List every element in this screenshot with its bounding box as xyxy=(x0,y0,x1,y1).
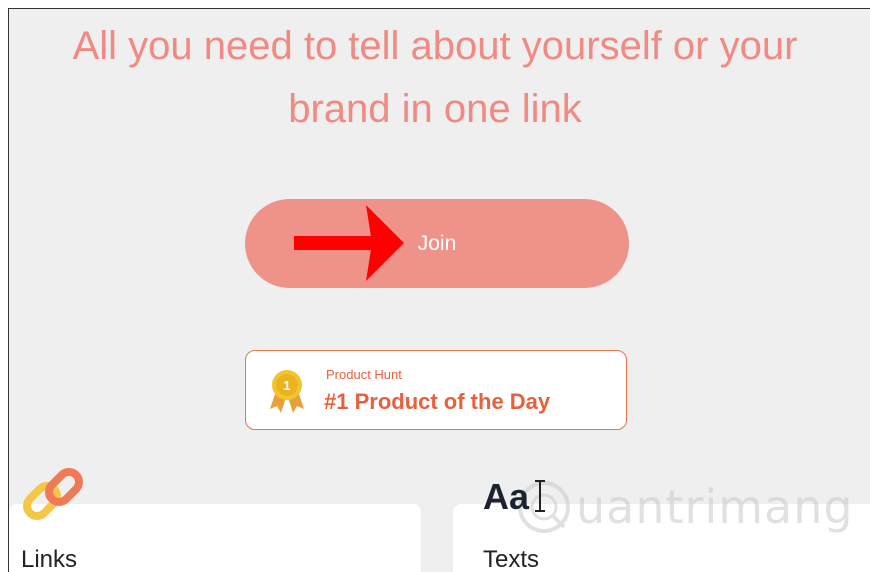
chain-link-icon xyxy=(23,468,83,520)
hero-headline-line1: All you need to tell about yourself or y… xyxy=(72,24,798,68)
text-cursor-icon xyxy=(535,480,545,512)
feature-title-links: Links xyxy=(21,546,78,572)
join-button-label: Join xyxy=(417,231,457,255)
product-hunt-label: Product Hunt xyxy=(326,367,402,382)
page-frame: All you need to tell about yourself or y… xyxy=(8,8,870,572)
red-arrow-annotation-icon xyxy=(294,205,404,281)
product-hunt-badge[interactable]: 1 Product Hunt #1 Product of the Day xyxy=(245,350,627,430)
hero-headline-line2: brand in one link xyxy=(288,87,582,131)
medal-icon: 1 xyxy=(270,370,304,413)
hero-headline: All you need to tell about yourself or y… xyxy=(9,15,861,141)
watermark: uantrimang xyxy=(514,467,854,547)
feature-title-texts: Texts xyxy=(483,546,540,572)
watermark-text: uantrimang xyxy=(576,480,854,534)
medal-number: 1 xyxy=(283,378,290,393)
text-aa-icon: Aa xyxy=(483,476,530,517)
product-hunt-title: #1 Product of the Day xyxy=(324,389,551,414)
